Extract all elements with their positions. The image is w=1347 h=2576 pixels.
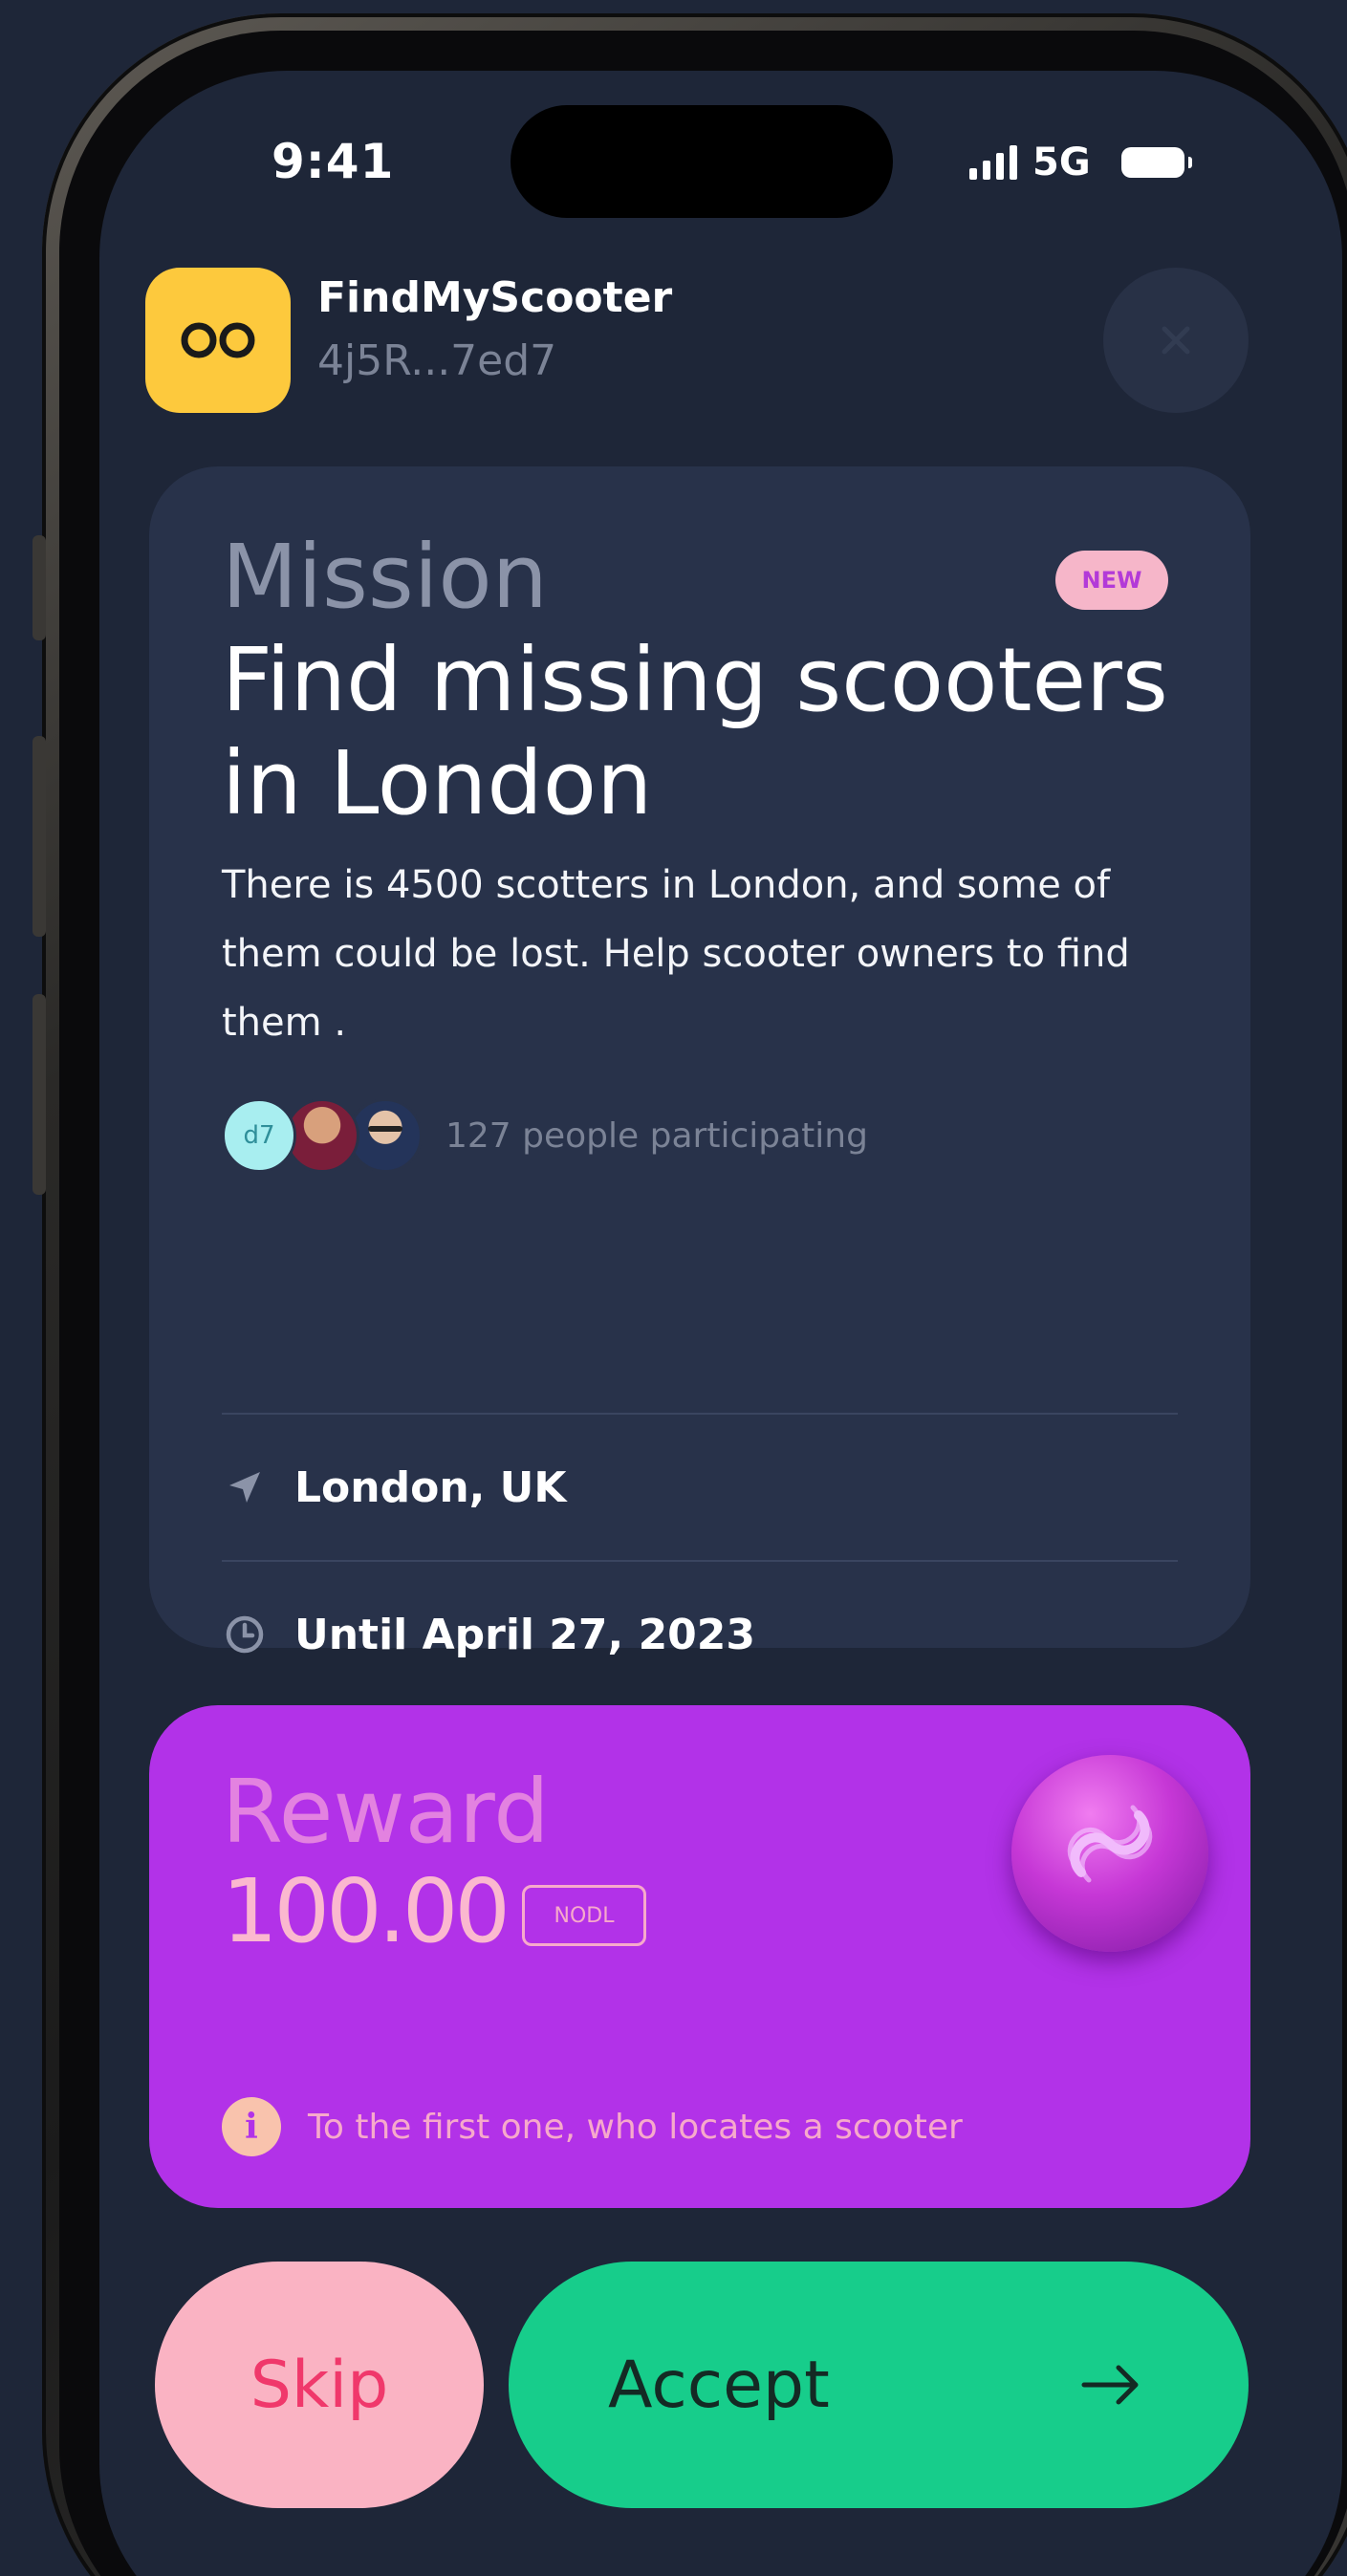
device-stage: 9:41 5G FindMyScooter 4j5R...7ed7 Missio… [0,0,1347,2576]
reward-card: Reward 100.00 NODL i To the first one, w… [149,1705,1250,2208]
close-icon [1162,326,1190,355]
location-text: London, UK [294,1462,567,1512]
info-icon: i [222,2097,281,2156]
arrow-right-icon [1080,2364,1141,2406]
nodle-token-icon [1011,1755,1208,1952]
close-button[interactable] [1103,268,1249,413]
reward-amount: 100.00 [222,1860,511,1962]
phone-screen: 9:41 5G FindMyScooter 4j5R...7ed7 Missio… [99,71,1342,2576]
participants-row[interactable]: d7 127 people participating [222,1097,868,1174]
location-arrow-icon [222,1464,268,1510]
dynamic-island [511,105,893,218]
skip-button[interactable]: Skip [155,2262,484,2508]
accept-label: Accept [608,2347,830,2423]
reward-note: To the first one, who locates a scooter [308,2107,963,2147]
avatar-initials-text: d7 [243,1121,275,1150]
network-label: 5G [1032,141,1091,184]
battery-icon [1120,147,1192,178]
mission-label: Mission [222,526,548,628]
status-time: 9:41 [272,134,395,189]
accept-button[interactable]: Accept [509,2262,1249,2508]
reward-note-row: i To the first one, who locates a scoote… [222,2093,963,2160]
app-logo [145,268,291,413]
mission-description: There is 4500 scotters in London, and so… [222,863,1130,1045]
location-row: London, UK [222,1453,567,1522]
clock-icon [222,1612,268,1657]
volume-up-button [33,736,46,937]
infinity-icon [181,322,255,358]
avatar-initials: d7 [222,1098,296,1173]
app-name: FindMyScooter [317,273,673,322]
token-badge: NODL [522,1885,646,1946]
silent-switch [33,535,46,640]
mission-card: Mission NEW Find missing scooters in Lon… [149,466,1250,1659]
reward-label: Reward [222,1761,550,1863]
cellular-signal-icon [969,145,1017,180]
divider [222,1413,1178,1415]
deadline-row: Until April 27, 2023 [222,1600,755,1669]
skip-label: Skip [250,2347,389,2423]
volume-down-button [33,994,46,1195]
status-indicators: 5G [969,134,1192,191]
deadline-text: Until April 27, 2023 [294,1610,756,1659]
new-badge: NEW [1055,551,1168,610]
app-address: 4j5R...7ed7 [317,336,557,385]
mission-title: Find missing scooters in London [222,629,1168,834]
participants-count: 127 people participating [445,1115,868,1156]
divider [222,1560,1178,1562]
